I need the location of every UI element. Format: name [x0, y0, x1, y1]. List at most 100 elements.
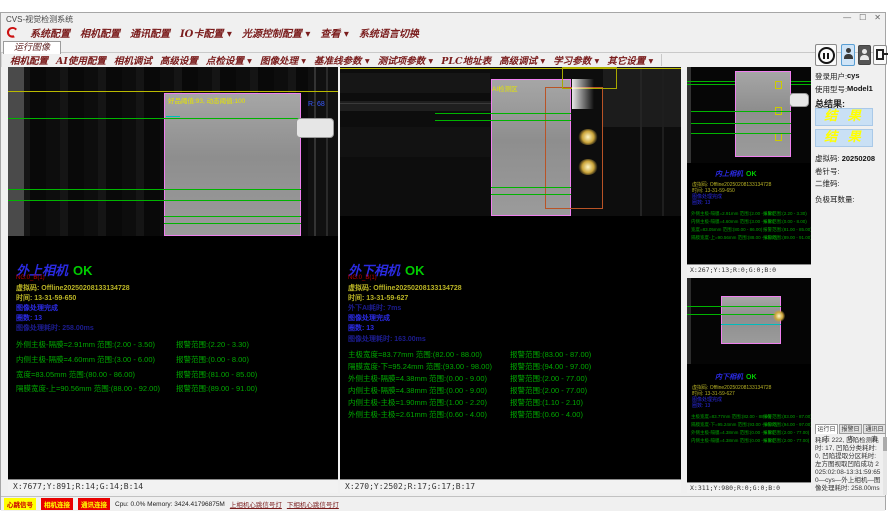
window-title: CVS-视觉检测系统 [6, 14, 73, 25]
menu-item-view[interactable]: 查看 ▾ [320, 25, 349, 40]
thumb-top-measurement-row: 外侧主极-隔膜=2.91mm 范围:(2.00 - 3.50)报警范围:(2.2… [691, 211, 774, 217]
toolbar-item-baseline-params[interactable]: 基准线参数 ▾ [314, 53, 370, 67]
measurement-text: 主极宽度=83.77mm 范围:(82.00 - 88.00) [348, 350, 482, 359]
title-bar: CVS-视觉检测系统 — ☐ ✕ [1, 13, 885, 25]
tab-connector-shape [296, 118, 334, 138]
user-icon [842, 48, 854, 59]
mid-camera-panel: AI检测区 外下相机OK NG:0_B(1) 虚拟码: Offline20250… [340, 67, 681, 493]
result-box-2: 结 果 [815, 129, 873, 147]
reference-line-yellow [8, 91, 338, 92]
pause-button[interactable] [815, 44, 837, 66]
toolbar-item-test-params[interactable]: 测试项参数 ▾ [378, 53, 434, 67]
menu-bar: 系统配置 相机配置 通讯配置 IO卡配置 ▾ 光源控制配置 ▾ 查看 ▾ 系统语… [1, 25, 885, 40]
login-user-value: cys [847, 71, 860, 80]
result-box-1: 结 果 [815, 108, 873, 126]
alarm-range-text: 报警范围:(2.00 - 77.00) [510, 385, 587, 396]
left-time: 时间: 13-31-59-650 [16, 293, 76, 303]
login-user-button[interactable] [841, 44, 855, 66]
toolbar-item-advanced-debug[interactable]: 高级调试 ▾ [499, 53, 545, 67]
left-measurement-row: 隔膜宽度-上=90.56mm 范围:(88.00 - 92.00) 报警范围:(… [16, 383, 160, 394]
thumb-top-name: 内上相机 [715, 169, 743, 178]
alarm-range-text: 报警范围:(89.00 - 91.00) [176, 383, 257, 394]
menu-item-camera-config[interactable]: 相机配置 [80, 25, 120, 40]
measurement-text: 外侧主极-隔膜=4.38mm 范围:(0.00 - 9.00) [348, 374, 487, 383]
log-scrollbar-thumb[interactable] [883, 437, 887, 451]
measurement-text: 内侧主极-隔膜=4.38mm 范围:(0.00 - 9.00) [348, 386, 487, 395]
measurement-text: 宽度=83.05mm 范围:(80.00 - 86.00) [16, 370, 135, 379]
minimize-button[interactable]: — [843, 13, 851, 22]
thumb-bottom-result: OK [746, 374, 757, 381]
tab-glow [578, 129, 598, 145]
upper-camera-heartbeat-link[interactable]: 上相机心跳信号灯 [230, 499, 282, 509]
log-scrollbar[interactable] [883, 437, 887, 495]
toolbar-divider [661, 54, 662, 66]
needle-number-field: 卷针号: [815, 166, 840, 177]
model-value: Model1 [847, 84, 873, 93]
comm-connection-badge: 通讯连接 [78, 498, 110, 510]
thumb-bottom-camera-image[interactable] [687, 278, 811, 364]
thumb-top-measurement-row: 宽度=83.05mm 范围:(80.00 - 86.00)报警范围:(81.00… [691, 227, 762, 233]
toolbar-item-ai-use-config[interactable]: AI使用配置 [56, 53, 106, 67]
left-process-time: 图像处理耗时: 258.00ms [16, 323, 94, 333]
toolbar-item-plc-address[interactable]: PLC地址表 [441, 53, 491, 67]
thumb-top-measurement-row: 内侧主极-隔膜=4.60mm 范围:(3.00 - 6.00)报警范围:(0.0… [691, 219, 774, 225]
measurement-text: 内侧主极-主极=1.90mm 范围:(1.00 - 2.20) [348, 398, 487, 407]
toolbar-item-image-processing[interactable]: 图像处理 ▾ [260, 53, 306, 67]
mid-measurement-row: 主极宽度=83.77mm 范围:(82.00 - 88.00) 报警范围:(83… [348, 349, 482, 360]
mid-measurement-row: 外侧主极-隔膜=4.38mm 范围:(0.00 - 9.00) 报警范围:(2.… [348, 373, 487, 384]
log-tab-comm[interactable]: 通讯日志 [863, 424, 886, 434]
toolbar-item-advanced-settings[interactable]: 高级设置 [160, 53, 198, 67]
thumb-bottom-measurement-row: 隔膜宽度-下=95.24mm 范围:(93.00 - 98.00)报警范围:(9… [691, 422, 777, 428]
log-tab-run[interactable]: 运行日志 [815, 424, 838, 434]
maximize-button[interactable]: ☐ [859, 13, 866, 22]
toolbar-item-other-settings[interactable]: 其它设置 ▾ [607, 53, 653, 67]
toolbar-item-camera-debug[interactable]: 相机调试 [114, 53, 152, 67]
virtual-code-field: 虚拟码: 20250208 [815, 153, 875, 164]
left-camera-statusbar: X:7677;Y:891;R:14;G:14;B:14 [8, 479, 338, 493]
log-tab-alarm[interactable]: 报警日志 [839, 424, 862, 434]
toolbar-item-spot-check[interactable]: 点检设置 ▾ [206, 53, 252, 67]
thumb-top-measurement-row: 隔膜宽度-上=90.56mm 范围:(88.00 - 92.00)报警范围:(8… [691, 235, 777, 241]
thumb-top-specimen [735, 71, 791, 157]
left-measurement-row: 内侧主极-隔膜=4.60mm 范围:(3.00 - 6.00) 报警范围:(0.… [16, 354, 155, 365]
mid-process-done: 图像处理完成 [348, 313, 390, 323]
thumb-bottom-title: 内下相机OK [715, 372, 757, 382]
menu-item-system-config[interactable]: 系统配置 [30, 25, 70, 40]
alarm-range-text: 报警范围:(2.20 - 3.30) [176, 339, 249, 350]
close-button[interactable]: ✕ [874, 13, 881, 22]
mid-camera-image[interactable]: AI检测区 [340, 67, 681, 216]
left-image-roller [8, 67, 24, 236]
left-camera-image[interactable]: 好品阈值:93, 动态阈值:100 R: 68 [8, 67, 338, 236]
qr-code-field: 二维码: [815, 178, 840, 189]
menu-item-comm-config[interactable]: 通讯配置 [130, 25, 170, 40]
thumb-top-camera-panel: 内上相机OK 虚拟码: Offline20250208133134728 时间:… [687, 67, 811, 275]
toolbar-item-learning-params[interactable]: 学习参数 ▾ [553, 53, 599, 67]
camera-connection-badge: 相机连接 [41, 498, 73, 510]
measurement-text: 隔膜宽度-下=95.24mm 范围:(93.00 - 98.00) [348, 362, 492, 371]
tab-glow [773, 310, 785, 322]
app-logo-icon [5, 26, 20, 40]
alarm-range-text: 报警范围:(94.00 - 97.00) [510, 361, 591, 372]
thumb-top-camera-image[interactable] [687, 67, 811, 163]
exit-door-icon [876, 49, 884, 60]
thumb-bottom-statusbar: X:311;Y:980;R:0;G:0;B:0 [687, 482, 811, 493]
bottom-statusbar: 心跳信号 相机连接 通讯连接 Cpu: 0.0% Memory: 3424.41… [1, 496, 885, 511]
lower-camera-heartbeat-link[interactable]: 下相机心跳信号灯 [287, 499, 339, 509]
menu-item-io-config[interactable]: IO卡配置 ▾ [180, 25, 232, 40]
mid-time: 时间: 13-31-59-627 [348, 293, 408, 303]
left-measurement-row: 宽度=83.05mm 范围:(80.00 - 86.00) 报警范围:(81.0… [16, 369, 135, 380]
thumb-bottom-turn-count: 圈数: 13 [692, 402, 710, 409]
ai-zone-overlay-label: AI检测区 [492, 83, 518, 93]
menu-item-language-switch[interactable]: 系统语言切换 [359, 25, 419, 40]
thumb-top-result: OK [746, 171, 757, 178]
left-camera-ng-text: NG:0_B(1) [16, 275, 45, 281]
left-measurement-row: 外侧主极-隔膜=2.91mm 范围:(2.00 - 3.50) 报警范围:(2.… [16, 339, 155, 350]
menu-item-light-config[interactable]: 光源控制配置 ▾ [242, 25, 311, 40]
thumb-bottom-name: 内下相机 [715, 372, 743, 381]
thumb-top-statusbar: X:267;Y:13;R:0;G:0;B:0 [687, 264, 811, 275]
run-log-text: 耗时: 222, 凹陷检测耗时: 17, 凹陷分类耗时: 0, 凹陷提取分区耗时… [815, 437, 881, 495]
toolbar: 相机配置 AI使用配置 相机调试 高级设置 点检设置 ▾ 图像处理 ▾ 基准线参… [1, 53, 811, 67]
user-settings-button[interactable] [858, 45, 871, 65]
logout-button[interactable] [873, 45, 887, 65]
toolbar-item-camera-config[interactable]: 相机配置 [10, 53, 48, 67]
